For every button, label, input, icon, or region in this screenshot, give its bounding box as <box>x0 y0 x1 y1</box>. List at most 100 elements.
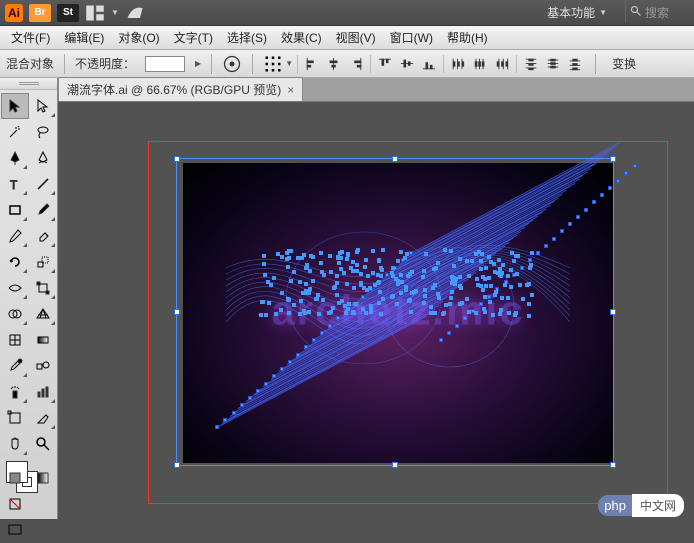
zoom-tool[interactable] <box>30 431 58 457</box>
symbol-sprayer-tool[interactable] <box>1 379 29 405</box>
color-swatches[interactable] <box>0 457 57 463</box>
line-segment-tool[interactable] <box>30 171 58 197</box>
align-left-icon[interactable] <box>302 54 322 74</box>
gpu-icon[interactable] <box>125 4 145 22</box>
eyedropper-tool[interactable] <box>1 353 29 379</box>
app-logo-icon: Ai <box>5 4 23 22</box>
opacity-input[interactable] <box>145 56 185 72</box>
menu-effect[interactable]: 效果(C) <box>274 26 329 49</box>
panel-grip-icon[interactable] <box>0 78 57 90</box>
menu-help[interactable]: 帮助(H) <box>440 26 495 49</box>
stock-icon[interactable]: St <box>57 4 79 22</box>
tools-panel: T <box>0 78 58 519</box>
doc-tab-label: 潮流字体.ai @ 66.67% (RGB/GPU 预览) <box>67 81 281 98</box>
align-to-group: ▼ <box>263 54 585 74</box>
hand-tool[interactable] <box>1 431 29 457</box>
draw-mode-icon[interactable] <box>1 491 29 517</box>
menu-object[interactable]: 对象(O) <box>111 26 166 49</box>
opacity-label: 不透明度： <box>75 55 135 72</box>
distribute-vtop-icon[interactable] <box>521 54 541 74</box>
type-tool[interactable]: T <box>1 171 29 197</box>
menu-view[interactable]: 视图(V) <box>329 26 383 49</box>
selection-tool[interactable] <box>1 93 29 119</box>
artboard-tool[interactable] <box>1 405 29 431</box>
color-mode-icon[interactable] <box>1 465 29 491</box>
search-box[interactable]: 搜索 <box>625 2 689 23</box>
canvas[interactable]: archetz.mic <box>58 102 694 519</box>
bridge-icon[interactable]: Br <box>29 4 51 22</box>
rotate-tool[interactable] <box>1 249 29 275</box>
chevron-right-icon[interactable]: ▶ <box>195 59 201 68</box>
chevron-down-icon: ▼ <box>599 8 607 17</box>
chevron-down-icon[interactable]: ▼ <box>285 59 293 68</box>
menu-file[interactable]: 文件(F) <box>4 26 57 49</box>
menu-edit[interactable]: 编辑(E) <box>57 26 111 49</box>
screen-mode-icon[interactable] <box>1 517 29 543</box>
eraser-tool[interactable] <box>30 223 58 249</box>
control-bar: 混合对象 不透明度： ▶ ▼ 变换 <box>0 50 694 78</box>
divider <box>297 55 298 73</box>
gradient-mode-icon[interactable] <box>30 465 58 491</box>
menu-window[interactable]: 窗口(W) <box>383 26 440 49</box>
shape-builder-tool[interactable] <box>1 301 29 327</box>
align-bottom-icon[interactable] <box>419 54 439 74</box>
selection-type-label: 混合对象 <box>6 55 54 72</box>
divider <box>595 54 596 74</box>
rectangle-tool[interactable] <box>1 197 29 223</box>
gradient-tool[interactable] <box>30 327 58 353</box>
align-top-icon[interactable] <box>375 54 395 74</box>
align-hcenter-icon[interactable] <box>324 54 344 74</box>
divider <box>516 55 517 73</box>
column-graph-tool[interactable] <box>30 379 58 405</box>
distribute-hcenter-icon[interactable] <box>470 54 490 74</box>
divider <box>64 54 65 74</box>
sel-handle-br[interactable] <box>610 462 616 468</box>
fx-style-icon[interactable] <box>222 54 242 74</box>
wm-site: 中文网 <box>632 494 684 517</box>
menu-select[interactable]: 选择(S) <box>220 26 274 49</box>
sel-handle-bm[interactable] <box>392 462 398 468</box>
arrange-documents-icon[interactable] <box>85 4 105 22</box>
sel-handle-tl[interactable] <box>174 156 180 162</box>
sel-handle-bl[interactable] <box>174 462 180 468</box>
mesh-tool[interactable] <box>1 327 29 353</box>
menu-type[interactable]: 文字(T) <box>167 26 220 49</box>
free-transform-tool[interactable] <box>30 275 58 301</box>
document-tab[interactable]: 潮流字体.ai @ 66.67% (RGB/GPU 预览) × <box>58 77 303 101</box>
slice-tool[interactable] <box>30 405 58 431</box>
workspace-selector[interactable]: 基本功能 ▼ <box>541 2 613 23</box>
perspective-grid-tool[interactable] <box>30 301 58 327</box>
sel-handle-ml[interactable] <box>174 309 180 315</box>
menubar: 文件(F) 编辑(E) 对象(O) 文字(T) 选择(S) 效果(C) 视图(V… <box>0 26 694 50</box>
divider <box>252 54 253 74</box>
scale-tool[interactable] <box>30 249 58 275</box>
distribute-hleft-icon[interactable] <box>448 54 468 74</box>
sel-handle-tm[interactable] <box>392 156 398 162</box>
align-vcenter-icon[interactable] <box>397 54 417 74</box>
magic-wand-tool[interactable] <box>1 119 29 145</box>
divider <box>370 55 371 73</box>
chevron-down-icon: ▼ <box>111 8 119 17</box>
pencil-tool[interactable] <box>1 223 29 249</box>
divider <box>443 55 444 73</box>
wm-brand: php <box>598 495 632 516</box>
align-grid-icon[interactable] <box>263 54 283 74</box>
sel-handle-mr[interactable] <box>610 309 616 315</box>
search-placeholder: 搜索 <box>645 4 685 21</box>
workspace-label: 基本功能 <box>547 4 595 21</box>
pen-tool[interactable] <box>1 145 29 171</box>
lasso-tool[interactable] <box>30 119 58 145</box>
align-right-icon[interactable] <box>346 54 366 74</box>
transform-panel-link[interactable]: 变换 <box>606 53 642 74</box>
distribute-vcenter-icon[interactable] <box>543 54 563 74</box>
direct-selection-tool[interactable] <box>30 93 58 119</box>
sel-handle-tr[interactable] <box>610 156 616 162</box>
distribute-vbottom-icon[interactable] <box>565 54 585 74</box>
blend-tool[interactable] <box>30 353 58 379</box>
curvature-tool[interactable] <box>30 145 58 171</box>
distribute-hright-icon[interactable] <box>492 54 512 74</box>
width-tool[interactable] <box>1 275 29 301</box>
close-icon[interactable]: × <box>287 83 294 97</box>
selection-box <box>176 158 614 466</box>
paintbrush-tool[interactable] <box>30 197 58 223</box>
